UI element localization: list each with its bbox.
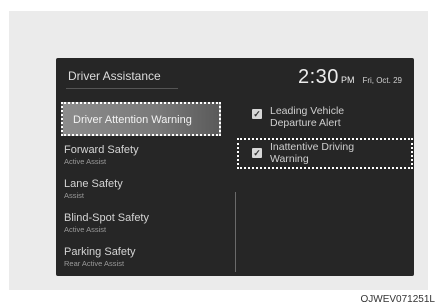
option-label-line1: Inattentive Driving xyxy=(270,141,355,153)
checkbox-checked-icon[interactable]: ✓ xyxy=(252,148,262,158)
clock-date: Fri, Oct. 29 xyxy=(362,76,402,85)
page-title: Driver Assistance xyxy=(68,69,161,83)
checkbox-checked-icon[interactable]: ✓ xyxy=(252,109,262,119)
menu-item-label: Driver Attention Warning xyxy=(73,114,192,126)
option-label: Inattentive Driving Warning xyxy=(270,141,354,165)
clock-ampm: PM xyxy=(340,75,355,85)
figure-background: Driver Assistance 2:30 PM Fri, Oct. 29 Dri… xyxy=(9,11,428,290)
menu-scrollbar[interactable] xyxy=(235,192,236,272)
figure-caption: OJWEV071251L xyxy=(360,294,436,305)
option-label-line1: Leading Vehicle xyxy=(270,105,345,117)
menu-item-driver-attention-warning[interactable]: Driver Attention Warning xyxy=(61,102,221,136)
menu-item-parking-safety[interactable]: Parking Safety Rear Active Assist xyxy=(64,246,224,268)
menu-item-lane-safety[interactable]: Lane Safety Assist xyxy=(64,178,224,200)
display-screen: Driver Assistance 2:30 PM Fri, Oct. 29 Dri… xyxy=(56,58,414,276)
menu-item-sublabel: Rear Active Assist xyxy=(64,259,125,268)
option-label-line2: Departure Alert xyxy=(270,117,341,129)
menu-item-sublabel: Active Assist xyxy=(64,225,107,234)
option-label: Leading Vehicle Departure Alert xyxy=(270,105,344,129)
clock: 2:30 PM Fri, Oct. 29 xyxy=(298,66,402,89)
title-divider xyxy=(66,88,178,89)
menu-item-sublabel: Assist xyxy=(64,191,85,200)
menu-item-forward-safety[interactable]: Forward Safety Active Assist xyxy=(64,144,224,166)
menu-item-blind-spot-safety[interactable]: Blind-Spot Safety Active Assist xyxy=(64,212,224,234)
menu-item-label: Blind-Spot Safety xyxy=(64,212,149,224)
clock-time: 2:30 xyxy=(298,66,339,88)
menu-item-label: Parking Safety xyxy=(64,246,136,258)
menu-item-label: Lane Safety xyxy=(64,178,123,190)
menu-item-sublabel: Active Assist xyxy=(64,157,107,166)
option-label-line2: Warning xyxy=(270,153,309,165)
option-inattentive-driving-warning[interactable]: ✓ Inattentive Driving Warning xyxy=(237,138,413,169)
menu-item-label: Forward Safety xyxy=(64,144,139,156)
